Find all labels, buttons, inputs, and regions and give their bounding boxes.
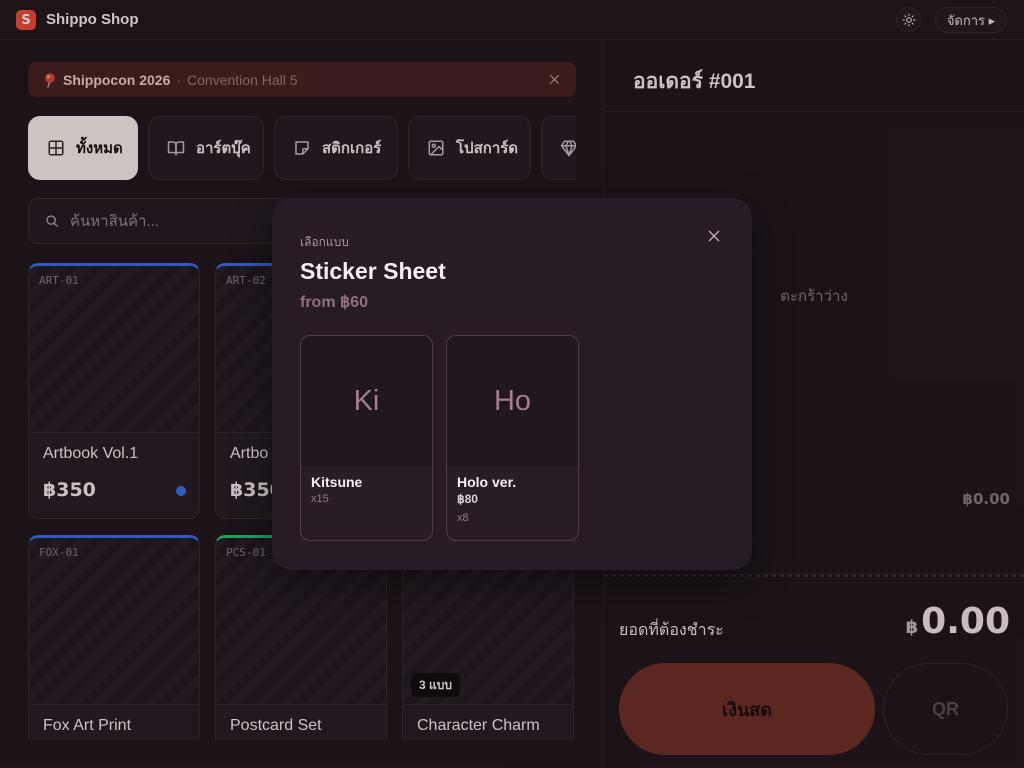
variant-stock: x8 bbox=[457, 512, 469, 524]
variant-name: Holo ver. bbox=[457, 474, 517, 490]
close-icon bbox=[708, 230, 720, 242]
variant-options: Ki Kitsune x15 Ho Holo ver. ฿80 x8 bbox=[300, 335, 579, 541]
dialog-title: Sticker Sheet bbox=[300, 258, 446, 284]
variant-option[interactable]: Ki Kitsune x15 bbox=[300, 335, 433, 541]
variant-info: Kitsune x15 bbox=[311, 474, 362, 509]
variant-initials: Ho bbox=[447, 336, 578, 466]
dialog-eyebrow: เลือกแบบ bbox=[300, 235, 349, 249]
dialog-price-from: from ฿60 bbox=[300, 294, 368, 311]
variant-info: Holo ver. ฿80 x8 bbox=[457, 474, 516, 528]
variant-initials: Ki bbox=[301, 336, 432, 466]
variant-picker-dialog: เลือกแบบ Sticker Sheet from ฿60 Ki Kitsu… bbox=[272, 198, 752, 570]
variant-name: Kitsune bbox=[311, 474, 363, 490]
variant-stock: x15 bbox=[311, 493, 329, 505]
variant-price: ฿80 bbox=[457, 492, 478, 506]
dialog-close-button[interactable] bbox=[707, 229, 721, 243]
variant-option[interactable]: Ho Holo ver. ฿80 x8 bbox=[446, 335, 579, 541]
